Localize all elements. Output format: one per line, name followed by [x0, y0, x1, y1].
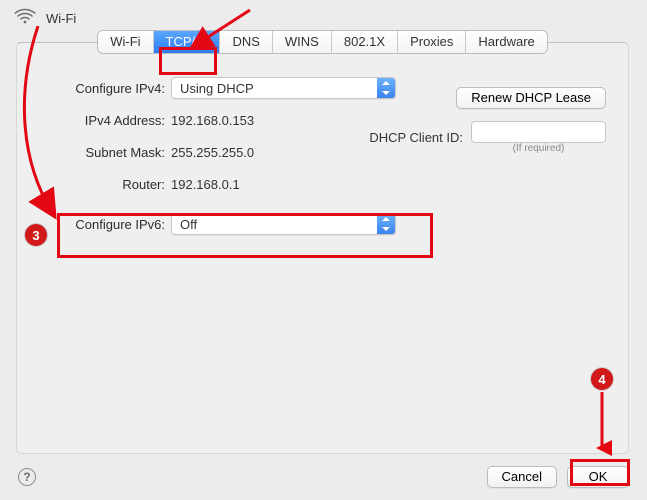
tab-wins[interactable]: WINS [273, 31, 332, 53]
wifi-icon [14, 8, 36, 29]
label-router: Router: [41, 177, 171, 192]
label-subnet-mask: Subnet Mask: [41, 145, 171, 160]
tcpip-form: Configure IPv4: Using DHCP IPv4 Address:… [17, 65, 628, 235]
dhcp-client-id-field[interactable] [471, 121, 606, 143]
window-footer: ? Cancel OK [0, 454, 647, 500]
hint-if-required: (If required) [471, 143, 606, 154]
chevron-updown-icon [377, 78, 395, 98]
select-configure-ipv6[interactable]: Off [171, 213, 396, 235]
label-configure-ipv6: Configure IPv6: [41, 217, 171, 232]
help-button[interactable]: ? [18, 468, 36, 486]
window-header: Wi-Fi [0, 0, 647, 35]
value-ipv4-address: 192.168.0.153 [171, 113, 254, 128]
select-configure-ipv4[interactable]: Using DHCP [171, 77, 396, 99]
renew-dhcp-lease-button[interactable]: Renew DHCP Lease [456, 87, 606, 109]
interface-name: Wi-Fi [46, 11, 76, 26]
chevron-updown-icon [377, 214, 395, 234]
value-router: 192.168.0.1 [171, 177, 240, 192]
select-configure-ipv4-value: Using DHCP [180, 81, 254, 96]
tab-8021x[interactable]: 802.1X [332, 31, 398, 53]
tab-wifi[interactable]: Wi-Fi [98, 31, 153, 53]
tab-group: Wi-Fi TCP/IP DNS WINS 802.1X Proxies Har… [98, 31, 547, 53]
tab-tcpip[interactable]: TCP/IP [154, 31, 221, 53]
select-configure-ipv6-value: Off [180, 217, 197, 232]
label-dhcp-client-id: DHCP Client ID: [369, 130, 471, 145]
value-subnet-mask: 255.255.255.0 [171, 145, 254, 160]
settings-panel: Wi-Fi TCP/IP DNS WINS 802.1X Proxies Har… [16, 42, 629, 454]
ok-button[interactable]: OK [567, 466, 629, 488]
tab-hardware[interactable]: Hardware [466, 31, 546, 53]
label-configure-ipv4: Configure IPv4: [41, 81, 171, 96]
tab-proxies[interactable]: Proxies [398, 31, 466, 53]
tab-bar: Wi-Fi TCP/IP DNS WINS 802.1X Proxies Har… [17, 31, 628, 53]
label-ipv4-address: IPv4 Address: [41, 113, 171, 128]
cancel-button[interactable]: Cancel [487, 466, 557, 488]
tab-dns[interactable]: DNS [220, 31, 272, 53]
